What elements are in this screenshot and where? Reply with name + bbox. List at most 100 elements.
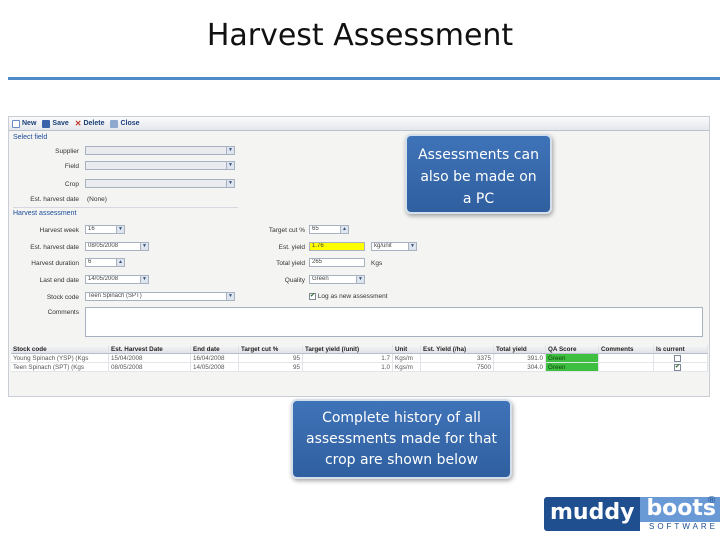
column-header[interactable]: Target cut % xyxy=(239,345,303,353)
est-date-value: (None) xyxy=(87,196,107,203)
assessment-history-table: Stock code Est. Harvest Date End date Ta… xyxy=(11,345,708,372)
end-date-cell: 16/04/2008 xyxy=(191,354,239,362)
column-header[interactable]: Comments xyxy=(599,345,654,353)
est-date-label: Est. harvest date xyxy=(30,196,79,203)
est-yield-unit-value: kg/unit xyxy=(374,243,392,249)
close-button-label: Close xyxy=(120,120,140,127)
harvest-date-label: Est. harvest date xyxy=(30,244,79,251)
table-row[interactable]: Young Spinach (YSP) (Kgs 15/04/2008 16/0… xyxy=(11,354,708,363)
total-yield-label: Total yield xyxy=(276,260,305,267)
save-button[interactable]: Save xyxy=(42,119,69,128)
column-header[interactable]: QA Score xyxy=(546,345,599,353)
stepper-arrows-icon[interactable]: ▲ xyxy=(340,226,348,233)
column-header[interactable]: Stock code xyxy=(11,345,109,353)
qa-score-cell: Green xyxy=(546,354,599,362)
chevron-down-icon[interactable]: ▼ xyxy=(116,226,124,233)
chevron-down-icon[interactable]: ▼ xyxy=(226,147,234,154)
chevron-down-icon[interactable]: ▼ xyxy=(226,180,234,187)
end-date-cell: 14/05/2008 xyxy=(191,363,239,371)
column-header[interactable]: Target yield (/unit) xyxy=(303,345,393,353)
close-button[interactable]: Close xyxy=(110,119,140,128)
new-button-label: New xyxy=(22,120,37,127)
registered-mark: ® xyxy=(708,495,716,506)
harvest-week-select[interactable]: 16 ▼ xyxy=(85,225,125,234)
unit-cell: Kgs/m xyxy=(393,363,421,371)
last-end-date-value: 14/05/2008 xyxy=(88,276,119,282)
stock-code-cell: Teen Spinach (SPT) (Kgs xyxy=(11,363,109,371)
save-button-label: Save xyxy=(52,120,69,127)
column-header[interactable]: Unit xyxy=(393,345,421,353)
stock-code-value: Teen Spinach (SPT) xyxy=(88,293,142,299)
is-current-cell: ✔ xyxy=(654,363,708,371)
total-yield-value: 265 xyxy=(312,259,323,265)
log-checkbox-box[interactable]: ✔ xyxy=(309,293,316,300)
new-document-icon xyxy=(12,119,20,128)
target-cut-cell: 95 xyxy=(239,363,303,371)
last-end-date-picker[interactable]: 14/05/2008 ▼ xyxy=(85,275,149,284)
delete-button[interactable]: ✕ Delete xyxy=(75,119,105,128)
harvest-duration-label: Harvest duration xyxy=(31,260,79,267)
quality-label: Quality xyxy=(284,277,305,284)
chevron-down-icon[interactable]: ▼ xyxy=(408,243,416,250)
chevron-down-icon[interactable]: ▼ xyxy=(140,243,148,250)
stock-code-label: Stock code xyxy=(46,294,79,301)
field-select[interactable]: ▼ xyxy=(85,161,235,170)
save-icon xyxy=(42,119,51,128)
chevron-down-icon[interactable]: ▼ xyxy=(140,276,148,283)
column-header[interactable]: Est. Harvest Date xyxy=(109,345,191,353)
harvest-date-cell: 08/05/2008 xyxy=(109,363,191,371)
quality-value: Green xyxy=(312,276,329,282)
column-header[interactable]: End date xyxy=(191,345,239,353)
new-button[interactable]: New xyxy=(12,119,37,128)
column-header[interactable]: Total yield xyxy=(494,345,546,353)
table-header-row: Stock code Est. Harvest Date End date Ta… xyxy=(11,345,708,354)
total-yield-input[interactable]: 265 xyxy=(309,258,365,267)
harvest-date-picker[interactable]: 08/05/2008 ▼ xyxy=(85,242,149,251)
toolbar: New Save ✕ Delete Close xyxy=(9,117,709,131)
callout-line: Assessments can xyxy=(418,147,539,163)
log-new-assessment-checkbox[interactable]: ✔ Log as new assessment xyxy=(309,293,388,300)
table-row[interactable]: Teen Spinach (SPT) (Kgs 08/05/2008 14/05… xyxy=(11,363,708,372)
total-yield-cell: 304.0 xyxy=(494,363,546,371)
yield-ha-cell: 7500 xyxy=(421,363,494,371)
column-header[interactable]: Is current xyxy=(654,345,708,353)
logo-tagline: SOFTWARE xyxy=(648,522,719,531)
target-cut-cell: 95 xyxy=(239,354,303,362)
section-divider xyxy=(13,207,238,208)
target-yield-cell: 1.0 xyxy=(303,363,393,371)
select-field-section-header[interactable]: Select field xyxy=(13,134,47,141)
stepper-arrows-icon[interactable]: ▲ xyxy=(116,259,124,266)
est-yield-label: Est. yield xyxy=(278,244,305,251)
history-callout: Complete history of all assessments made… xyxy=(291,399,512,479)
crop-select[interactable]: ▼ xyxy=(85,179,235,188)
yield-ha-cell: 3375 xyxy=(421,354,494,362)
callout-line: crop are shown below xyxy=(324,452,479,468)
chevron-down-icon[interactable]: ▼ xyxy=(356,276,364,283)
target-cut-stepper[interactable]: 65 ▲ xyxy=(309,225,349,234)
harvest-date-cell: 15/04/2008 xyxy=(109,354,191,362)
harvest-duration-value: 6 xyxy=(88,259,92,265)
column-header[interactable]: Est. Yield (/ha) xyxy=(421,345,494,353)
target-cut-label: Target cut % xyxy=(268,227,305,234)
crop-label: Crop xyxy=(64,181,79,188)
harvest-week-value: 16 xyxy=(88,226,95,232)
stock-code-select[interactable]: Teen Spinach (SPT) ▼ xyxy=(85,292,235,301)
slide-title: Harvest Assessment xyxy=(206,18,514,53)
comments-cell xyxy=(599,354,654,362)
log-new-assessment-label: Log as new assessment xyxy=(317,293,388,301)
muddy-boots-logo: muddy boots SOFTWARE ® xyxy=(544,495,720,531)
est-yield-unit-select[interactable]: kg/unit ▼ xyxy=(371,242,417,251)
quality-select[interactable]: Green ▼ xyxy=(309,275,365,284)
is-current-checkbox[interactable] xyxy=(674,354,681,362)
supplier-select[interactable]: ▼ xyxy=(85,146,235,155)
callout-line: Complete history of all xyxy=(322,410,481,426)
chevron-down-icon[interactable]: ▼ xyxy=(226,293,234,300)
chevron-down-icon[interactable]: ▼ xyxy=(226,162,234,169)
comments-label: Comments xyxy=(47,309,79,316)
harvest-duration-stepper[interactable]: 6 ▲ xyxy=(85,258,125,267)
is-current-checkbox[interactable]: ✔ xyxy=(674,363,681,371)
logo-word-muddy: muddy xyxy=(544,497,641,531)
comments-textarea[interactable] xyxy=(85,307,703,337)
harvest-assessment-section-header[interactable]: Harvest assessment xyxy=(13,210,76,217)
est-yield-input[interactable]: 1.76 xyxy=(309,242,365,251)
